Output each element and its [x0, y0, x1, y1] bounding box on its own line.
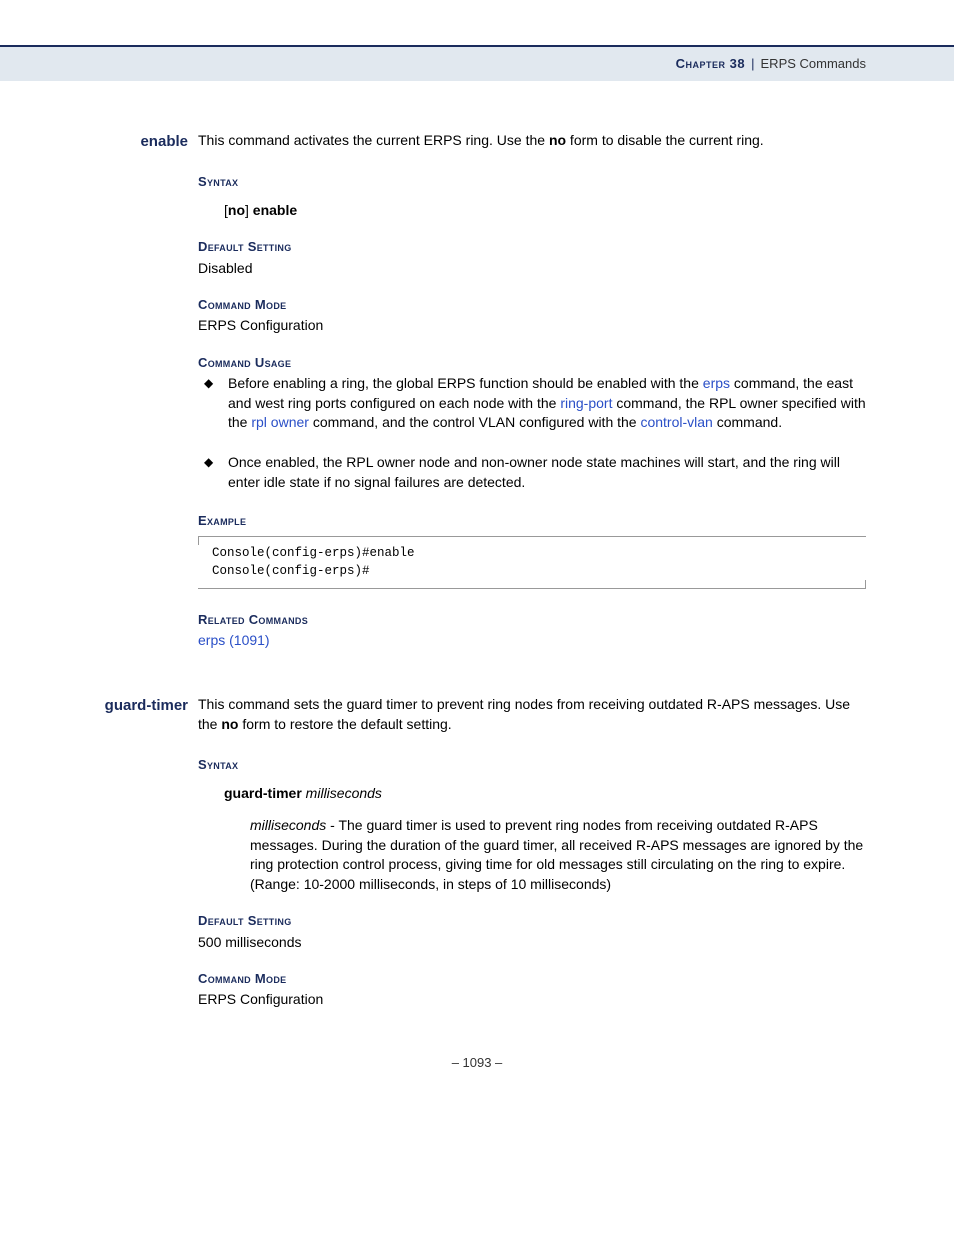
syntax-cmd: enable	[249, 202, 297, 218]
section-guard-timer: guard-timer This command sets the guard …	[88, 695, 866, 1014]
usage-text: command, and the control VLAN configured…	[309, 414, 641, 430]
section-body: This command sets the guard timer to pre…	[198, 695, 866, 1014]
default-heading: Default Setting	[198, 912, 866, 930]
usage-list: Before enabling a ring, the global ERPS …	[198, 374, 866, 492]
intro-text: This command sets the guard timer to pre…	[198, 695, 866, 734]
syntax-line: [no] enable	[224, 201, 866, 221]
usage-item: Before enabling a ring, the global ERPS …	[198, 374, 866, 433]
page-content: enable This command activates the curren…	[0, 81, 954, 1072]
link-ring-port[interactable]: ring-port	[560, 395, 612, 411]
link-rpl-owner[interactable]: rpl owner	[251, 414, 309, 430]
example-code: Console(config-erps)#enable Console(conf…	[198, 536, 866, 589]
syntax-cmd: guard-timer	[224, 785, 302, 801]
intro-bold: no	[221, 716, 238, 732]
mode-heading: Command Mode	[198, 970, 866, 988]
syntax-heading: Syntax	[198, 756, 866, 774]
usage-text: command.	[713, 414, 782, 430]
command-name-guard-timer: guard-timer	[88, 695, 198, 1014]
usage-text: Before enabling a ring, the global ERPS …	[228, 375, 703, 391]
usage-text: Once enabled, the RPL owner node and non…	[228, 454, 840, 490]
syntax-no: no	[228, 202, 245, 218]
link-erps[interactable]: erps	[703, 375, 730, 391]
related-heading: Related Commands	[198, 611, 866, 629]
example-heading: Example	[198, 512, 866, 530]
param-desc-text: - The guard timer is used to prevent rin…	[250, 817, 863, 892]
page-header: Chapter 38 | ERPS Commands	[0, 45, 954, 81]
syntax-heading: Syntax	[198, 173, 866, 191]
intro-bold: no	[549, 132, 566, 148]
default-value: 500 milliseconds	[198, 933, 866, 953]
param-description: milliseconds - The guard timer is used t…	[250, 816, 866, 894]
usage-heading: Command Usage	[198, 354, 866, 372]
header-separator: |	[751, 55, 754, 73]
mode-heading: Command Mode	[198, 296, 866, 314]
syntax-line: guard-timer milliseconds	[224, 784, 866, 804]
syntax-arg: milliseconds	[302, 785, 382, 801]
link-control-vlan[interactable]: control-vlan	[640, 414, 712, 430]
intro-post: form to restore the default setting.	[238, 716, 451, 732]
param-name: milliseconds	[250, 817, 326, 833]
intro-post: form to disable the current ring.	[566, 132, 764, 148]
usage-item: Once enabled, the RPL owner node and non…	[198, 453, 866, 492]
link-erps-1091[interactable]: erps (1091)	[198, 632, 270, 648]
mode-value: ERPS Configuration	[198, 316, 866, 336]
mode-value: ERPS Configuration	[198, 990, 866, 1010]
command-name-enable: enable	[88, 131, 198, 655]
intro-text: This command activates the current ERPS …	[198, 131, 866, 151]
header-title: ERPS Commands	[761, 55, 866, 73]
default-value: Disabled	[198, 259, 866, 279]
default-heading: Default Setting	[198, 238, 866, 256]
section-body: This command activates the current ERPS …	[198, 131, 866, 655]
intro-pre: This command activates the current ERPS …	[198, 132, 549, 148]
section-enable: enable This command activates the curren…	[88, 131, 866, 655]
chapter-label: Chapter 38	[676, 55, 745, 73]
page-number: – 1093 –	[88, 1054, 866, 1072]
